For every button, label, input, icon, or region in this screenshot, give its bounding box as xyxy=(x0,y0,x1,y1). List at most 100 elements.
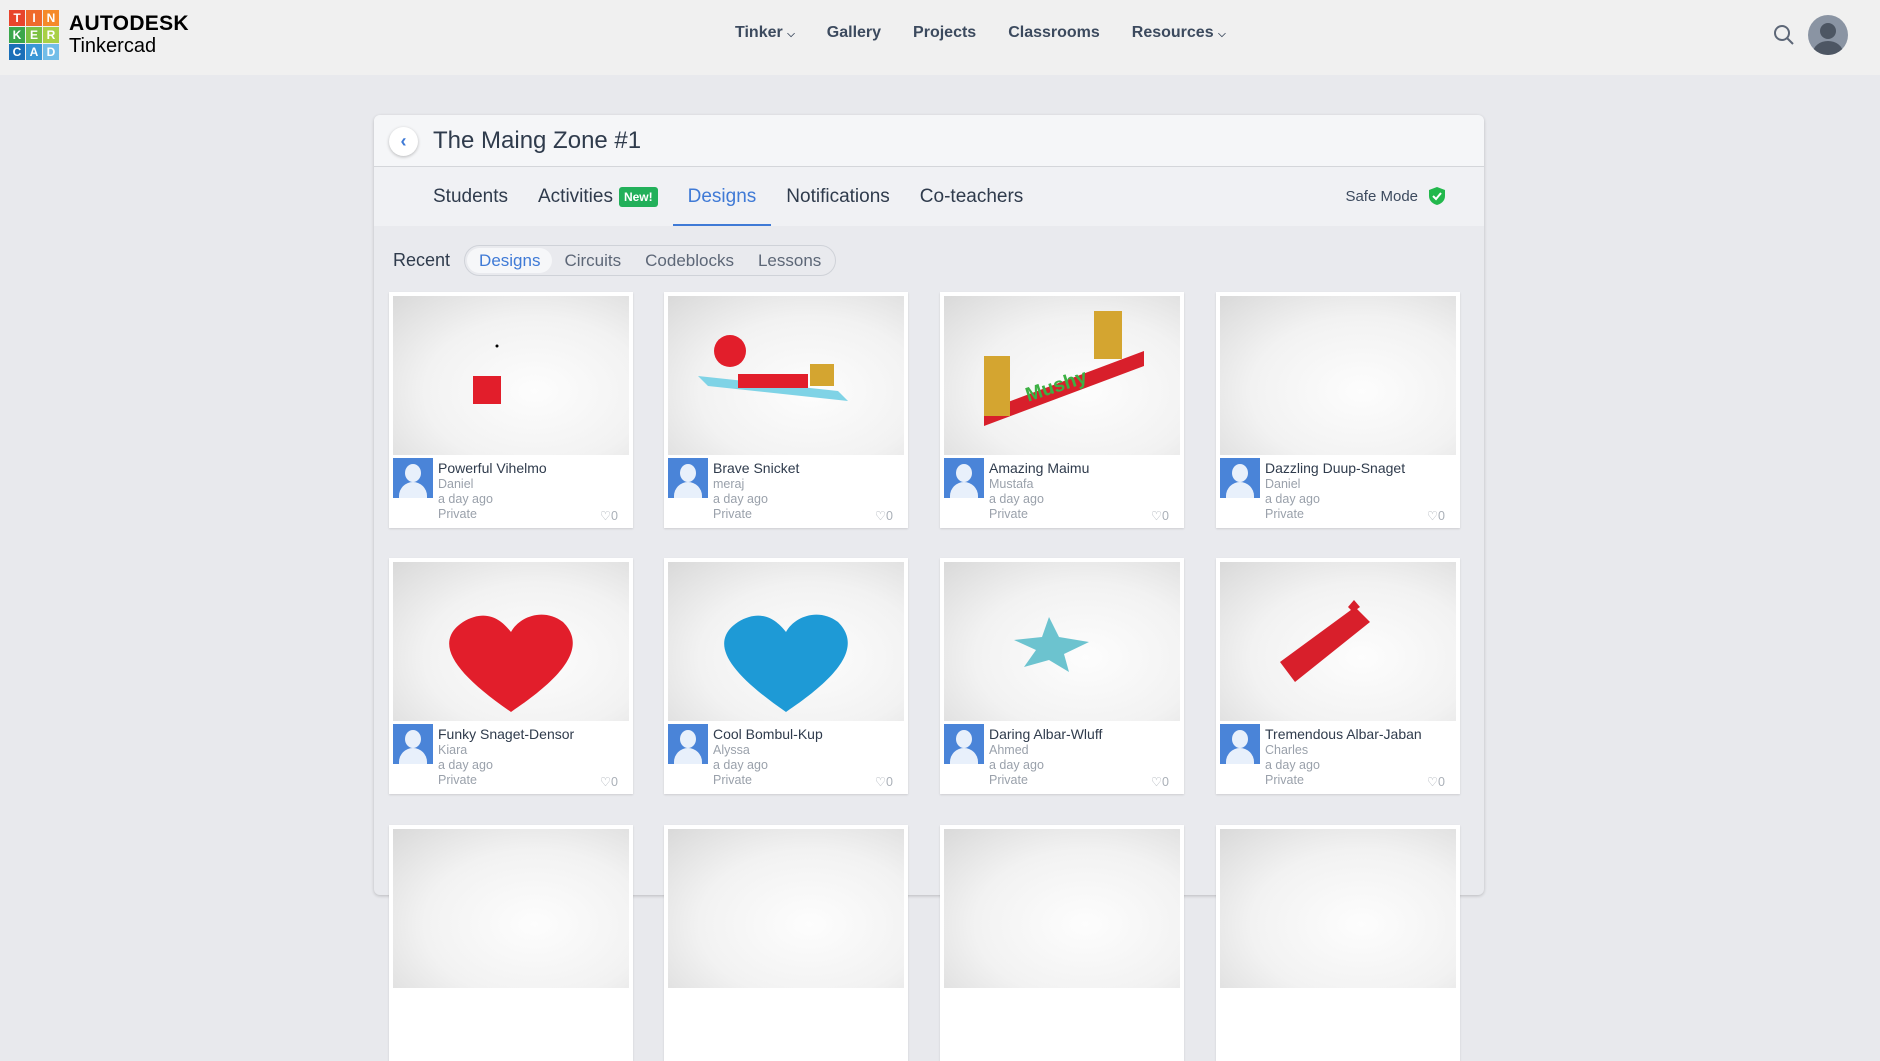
design-thumbnail[interactable] xyxy=(944,562,1180,721)
design-name[interactable]: Dazzling Duup-Snaget xyxy=(1265,461,1405,476)
like-count[interactable]: ♡0 xyxy=(1427,508,1445,523)
design-visibility: Private xyxy=(989,507,1028,521)
design-name[interactable]: Cool Bombul-Kup xyxy=(713,727,823,742)
design-thumbnail[interactable] xyxy=(668,296,904,455)
tab-co-teachers[interactable]: Co-teachers xyxy=(905,167,1039,226)
design-card[interactable]: Mushy Amazing Maimu Mustafa a day ago Pr… xyxy=(940,292,1184,528)
nav-resources[interactable]: Resources ⌵ xyxy=(1132,24,1226,42)
design-name[interactable]: Amazing Maimu xyxy=(989,461,1089,476)
design-name[interactable]: Daring Albar-Wluff xyxy=(989,727,1102,742)
like-count[interactable]: ♡0 xyxy=(875,508,893,523)
classroom-header: ‹ The Maing Zone #1 xyxy=(374,115,1484,167)
logo-letter: E xyxy=(26,27,42,43)
design-info: Powerful Vihelmo Daniel a day ago Privat… xyxy=(438,461,547,522)
tab-label: Activities xyxy=(538,185,613,207)
design-card[interactable]: Dazzling Duup-Snaget Daniel a day ago Pr… xyxy=(1216,292,1460,528)
nav-classrooms[interactable]: Classrooms xyxy=(1008,24,1100,42)
filter-pill-group: Designs Circuits Codeblocks Lessons xyxy=(464,245,837,276)
tinkercad-logo[interactable]: TIN KER CAD xyxy=(9,10,59,60)
design-time: a day ago xyxy=(1265,758,1320,772)
design-card[interactable] xyxy=(1216,825,1460,1061)
design-card[interactable]: Tremendous Albar-Jaban Charles a day ago… xyxy=(1216,558,1460,794)
design-author: Mustafa xyxy=(989,477,1034,491)
logo-letter: N xyxy=(43,10,59,26)
design-author: Charles xyxy=(1265,743,1309,757)
tab-activities[interactable]: Activities New! xyxy=(523,167,673,226)
design-card[interactable]: Funky Snaget-Densor Kiara a day ago Priv… xyxy=(389,558,633,794)
brand[interactable]: AUTODESK Tinkercad xyxy=(69,13,189,58)
tab-students[interactable]: Students xyxy=(418,167,523,226)
nav-gallery[interactable]: Gallery xyxy=(827,24,881,42)
heart-icon: ♡ xyxy=(874,509,887,523)
design-thumbnail[interactable]: Mushy xyxy=(944,296,1180,455)
like-count[interactable]: ♡0 xyxy=(1427,774,1445,789)
author-avatar xyxy=(393,724,433,764)
design-card[interactable]: Daring Albar-Wluff Ahmed a day ago Priva… xyxy=(940,558,1184,794)
design-card[interactable] xyxy=(664,825,908,1061)
top-navbar: TIN KER CAD AUTODESK Tinkercad Tinker ⌵ Ga… xyxy=(0,0,1880,75)
design-name[interactable]: Tremendous Albar-Jaban xyxy=(1265,727,1422,742)
chevron-down-icon: ⌵ xyxy=(1218,29,1226,40)
likes-value: 0 xyxy=(1438,509,1445,523)
like-count[interactable]: ♡0 xyxy=(1151,508,1169,523)
design-time: a day ago xyxy=(1265,492,1320,506)
design-author: Daniel xyxy=(438,477,474,491)
tab-notifications[interactable]: Notifications xyxy=(771,167,905,226)
design-card[interactable] xyxy=(940,825,1184,1061)
design-visibility: Private xyxy=(1265,773,1304,787)
design-name[interactable]: Powerful Vihelmo xyxy=(438,461,547,476)
logo-letter: R xyxy=(43,27,59,43)
design-thumbnail[interactable] xyxy=(1220,829,1456,988)
design-info: Dazzling Duup-Snaget Daniel a day ago Pr… xyxy=(1265,461,1405,522)
filter-circuits[interactable]: Circuits xyxy=(552,248,633,273)
safe-mode-label: Safe Mode xyxy=(1345,187,1418,205)
nav-label: Tinker xyxy=(735,24,783,41)
likes-value: 0 xyxy=(886,775,893,789)
search-icon[interactable] xyxy=(1773,24,1795,46)
heart-icon: ♡ xyxy=(1426,509,1439,523)
like-count[interactable]: ♡0 xyxy=(600,508,618,523)
product-name: Tinkercad xyxy=(69,35,157,57)
user-avatar[interactable] xyxy=(1808,15,1848,55)
author-avatar xyxy=(1220,724,1260,764)
design-info: Funky Snaget-Densor Kiara a day ago Priv… xyxy=(438,727,574,788)
classroom-panel: ‹ The Maing Zone #1 Students Activities N… xyxy=(374,115,1484,1061)
likes-value: 0 xyxy=(1162,509,1169,523)
tab-designs[interactable]: Designs xyxy=(672,167,772,226)
design-card[interactable] xyxy=(389,825,633,1061)
design-time: a day ago xyxy=(438,492,493,506)
design-thumbnail[interactable] xyxy=(393,829,629,988)
design-thumbnail[interactable] xyxy=(1220,296,1456,455)
nav-projects[interactable]: Projects xyxy=(913,24,976,42)
like-count[interactable]: ♡0 xyxy=(875,774,893,789)
chevron-down-icon: ⌵ xyxy=(787,29,795,40)
likes-value: 0 xyxy=(611,509,618,523)
author-avatar xyxy=(668,458,708,498)
likes-value: 0 xyxy=(611,775,618,789)
filter-codeblocks[interactable]: Codeblocks xyxy=(633,248,746,273)
design-visibility: Private xyxy=(713,773,752,787)
design-card[interactable]: Brave Snicket meraj a day ago Private ♡0 xyxy=(664,292,908,528)
safe-mode-toggle[interactable]: Safe Mode xyxy=(1345,186,1446,206)
logo-letter: A xyxy=(26,44,42,60)
like-count[interactable]: ♡0 xyxy=(1151,774,1169,789)
design-thumbnail[interactable] xyxy=(1220,562,1456,721)
new-badge: New! xyxy=(618,186,658,207)
likes-value: 0 xyxy=(1162,775,1169,789)
design-thumbnail[interactable] xyxy=(668,562,904,721)
design-card[interactable]: Cool Bombul-Kup Alyssa a day ago Private… xyxy=(664,558,908,794)
design-author: Kiara xyxy=(438,743,468,757)
design-time: a day ago xyxy=(713,492,768,506)
filter-lessons[interactable]: Lessons xyxy=(746,248,833,273)
design-name[interactable]: Brave Snicket xyxy=(713,461,799,476)
design-card[interactable]: Powerful Vihelmo Daniel a day ago Privat… xyxy=(389,292,633,528)
design-thumbnail[interactable] xyxy=(668,829,904,988)
design-thumbnail[interactable] xyxy=(393,296,629,455)
nav-tinker[interactable]: Tinker ⌵ xyxy=(735,24,795,42)
design-thumbnail[interactable] xyxy=(393,562,629,721)
filter-designs[interactable]: Designs xyxy=(467,248,553,273)
design-name[interactable]: Funky Snaget-Densor xyxy=(438,727,574,742)
design-thumbnail[interactable] xyxy=(944,829,1180,988)
like-count[interactable]: ♡0 xyxy=(600,774,618,789)
back-button[interactable]: ‹ xyxy=(389,127,418,156)
